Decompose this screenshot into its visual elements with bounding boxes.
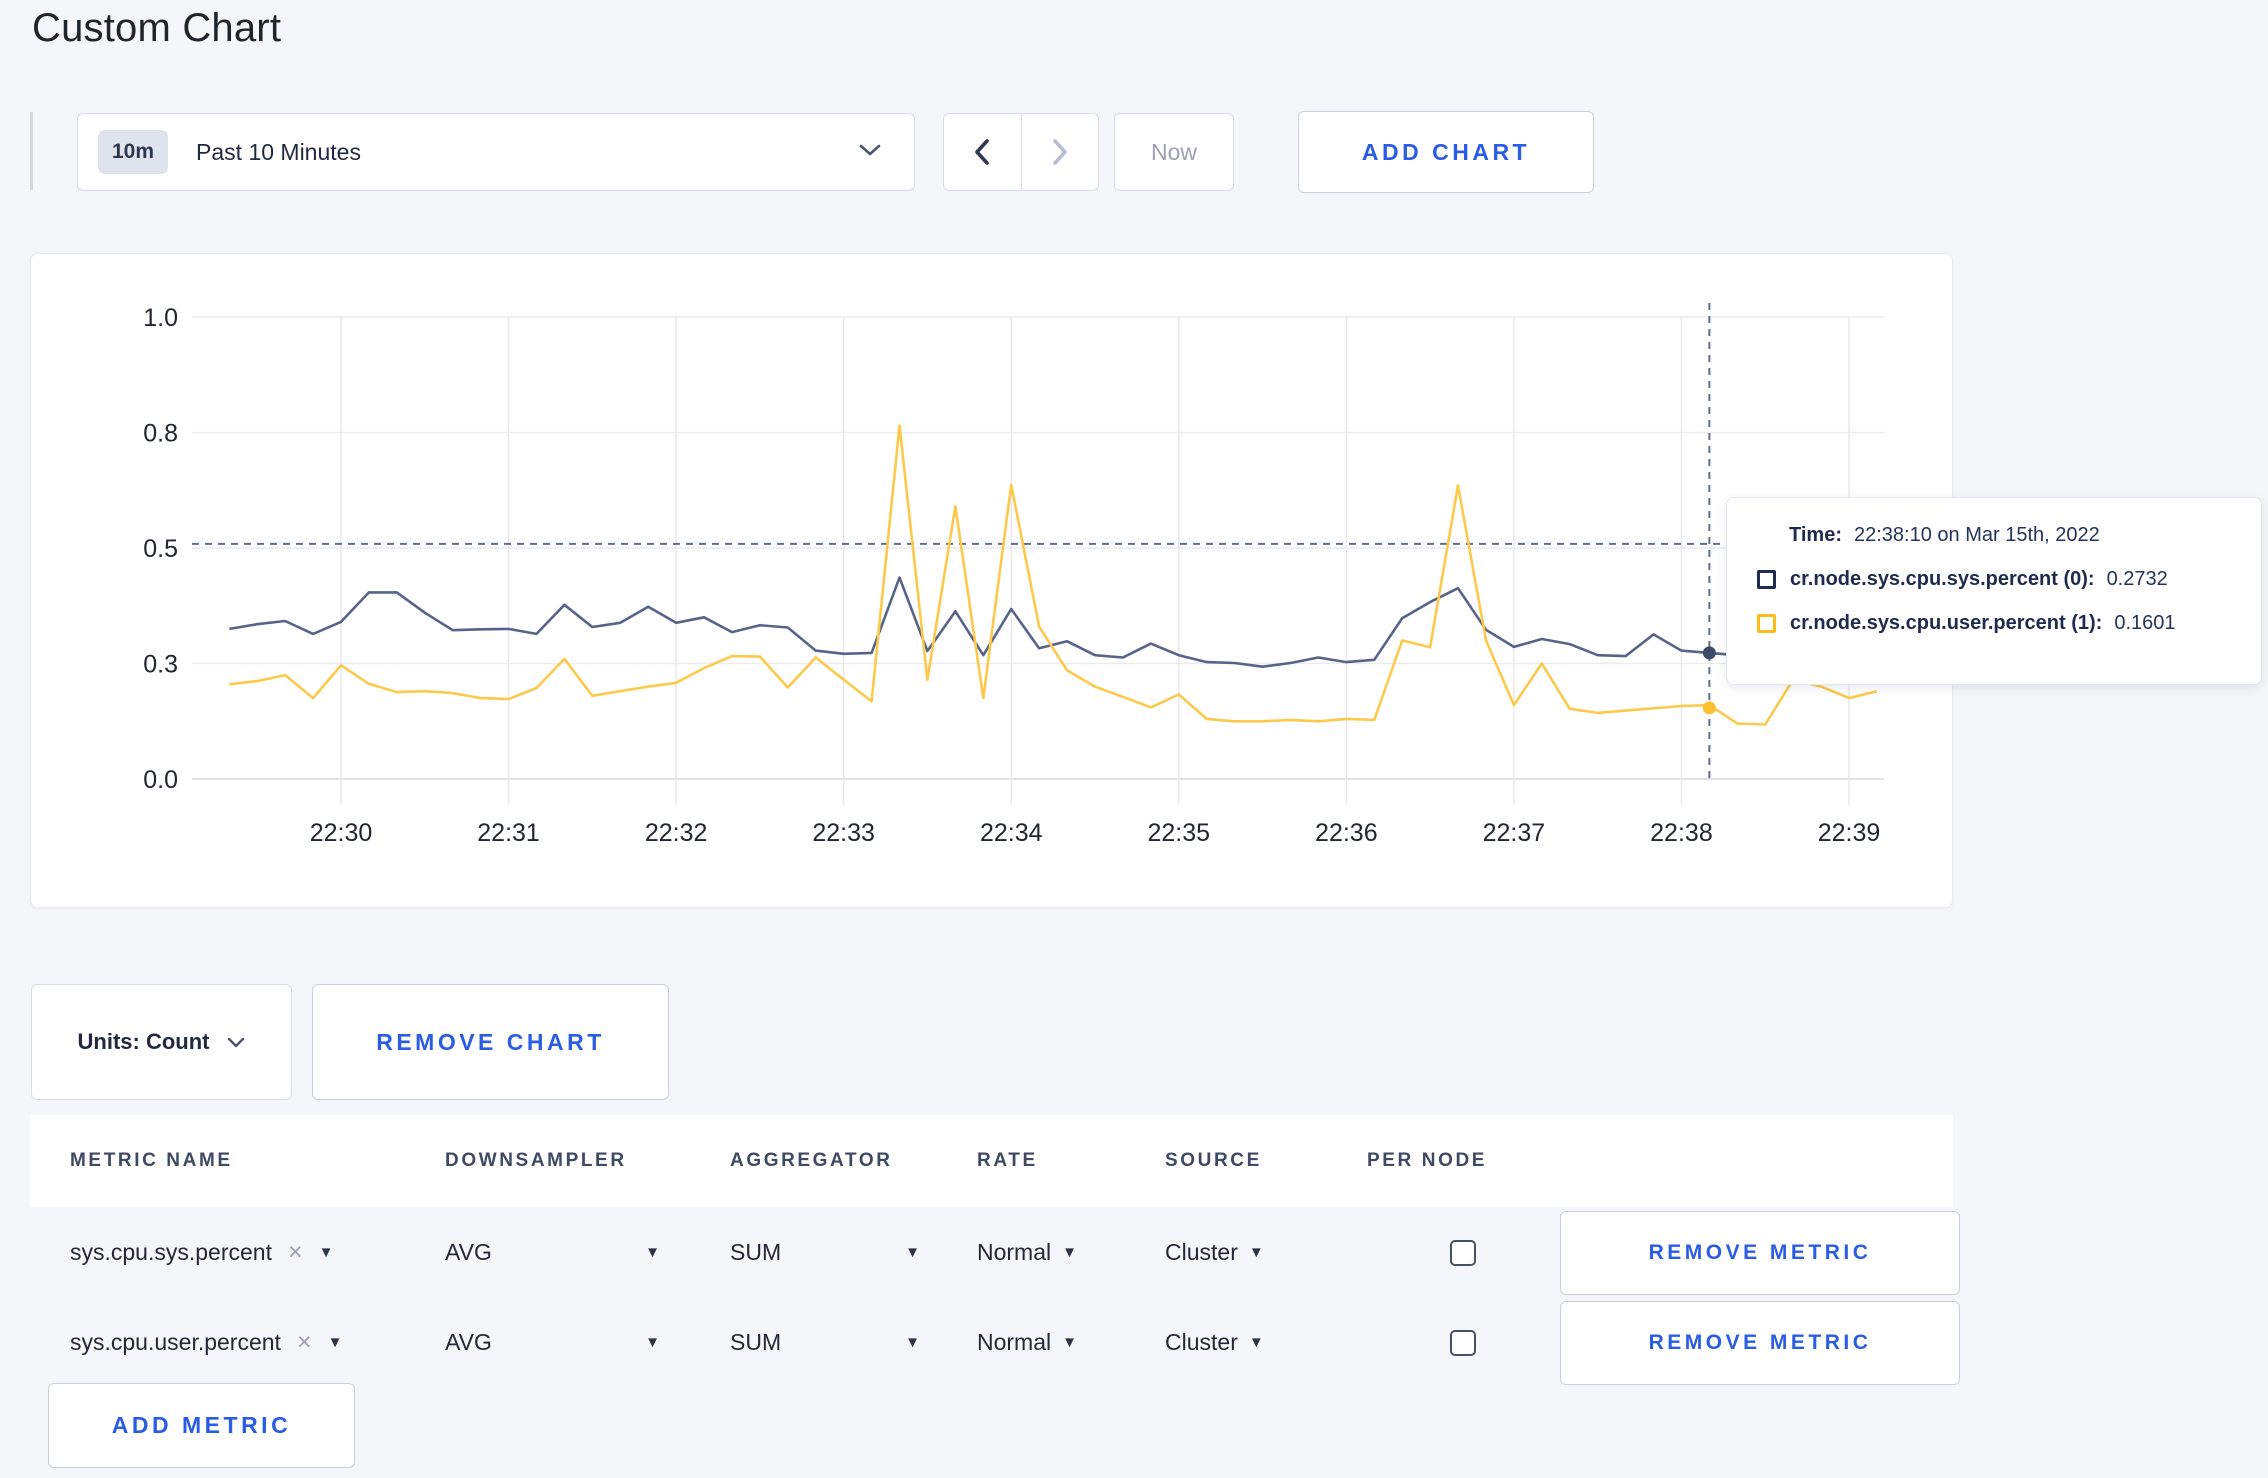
series-line-cr.node.sys.cpu.sys.percent: [229, 576, 1877, 669]
aggregator-select[interactable]: SUM ▼: [730, 1239, 920, 1266]
now-button[interactable]: Now: [1114, 113, 1234, 191]
units-select[interactable]: Units: Count: [31, 984, 292, 1100]
caret-down-icon: ▼: [905, 1334, 920, 1351]
next-interval-button[interactable]: [1020, 114, 1099, 190]
downsampler-select[interactable]: AVG ▼: [445, 1329, 660, 1356]
timeseries-chart[interactable]: 0.0 0.3 0.5 0.8 1.0 22:30 22:31 22:32 22:33 22:34…: [31, 254, 1954, 909]
source-value: Cluster: [1165, 1329, 1238, 1355]
y-tick-label: 0.8: [143, 420, 178, 448]
tooltip-time-value: 22:38:10 on Mar 15th, 2022: [1853, 524, 2100, 546]
rate-select[interactable]: Normal ▼: [977, 1329, 1165, 1356]
tooltip-series-label: cr.node.sys.cpu.sys.percent (0):: [1790, 568, 2095, 590]
caret-down-icon: ▼: [318, 1244, 334, 1261]
time-range-select[interactable]: 10m Past 10 Minutes: [77, 113, 915, 191]
tooltip-series-value: 0.1601: [2114, 612, 2176, 634]
tooltip-series-label: cr.node.sys.cpu.user.percent (1):: [1790, 612, 2103, 634]
rate-select[interactable]: Normal ▼: [977, 1239, 1165, 1266]
downsampler-select[interactable]: AVG ▼: [445, 1239, 660, 1266]
units-label: Units: Count: [77, 1029, 210, 1054]
downsampler-value: AVG: [445, 1239, 492, 1265]
col-header-metric-name: METRIC NAME: [70, 1150, 233, 1171]
source-select[interactable]: Cluster ▼: [1165, 1239, 1367, 1266]
per-node-checkbox[interactable]: [1450, 1329, 1476, 1356]
time-range-badge: 10m: [98, 130, 169, 174]
metric-name-value: sys.cpu.sys.percent: [70, 1239, 272, 1265]
caret-down-icon: ▼: [645, 1244, 660, 1261]
tooltip-time-label: Time:: [1789, 524, 1842, 546]
metric-name-select[interactable]: sys.cpu.sys.percent × ▼: [70, 1239, 445, 1266]
col-header-rate: RATE: [977, 1150, 1038, 1171]
metric-name-select[interactable]: sys.cpu.user.percent × ▼: [70, 1329, 445, 1356]
col-header-aggregator: AGGREGATOR: [730, 1150, 893, 1171]
caret-down-icon: ▼: [327, 1334, 343, 1351]
series-swatch-sys: [1757, 570, 1776, 589]
series-swatch-user: [1757, 614, 1776, 633]
crosshair-marker: [1702, 701, 1716, 715]
caret-down-icon: ▼: [1248, 1334, 1264, 1351]
y-tick-label: 0.5: [143, 535, 178, 563]
metric-name-value: sys.cpu.user.percent: [70, 1329, 281, 1355]
downsampler-value: AVG: [445, 1329, 492, 1355]
caret-down-icon: ▼: [645, 1334, 660, 1351]
chevron-down-icon: [858, 143, 882, 162]
chevron-left-icon: [975, 139, 990, 165]
remove-chart-button[interactable]: REMOVE CHART: [312, 984, 669, 1100]
crosshair-marker: [1702, 646, 1716, 660]
rate-value: Normal: [977, 1329, 1052, 1355]
x-tick-label: 22:39: [1818, 819, 1881, 847]
x-tick-label: 22:32: [645, 819, 708, 847]
caret-down-icon: ▼: [905, 1244, 920, 1261]
remove-metric-button[interactable]: REMOVE METRIC: [1560, 1210, 1960, 1295]
time-range-label: Past 10 Minutes: [196, 138, 361, 165]
time-pager: [943, 113, 1099, 191]
page-title: Custom Chart: [32, 6, 282, 50]
y-tick-label: 1.0: [143, 304, 178, 332]
aggregator-value: SUM: [730, 1239, 782, 1265]
add-chart-button[interactable]: ADD CHART: [1298, 111, 1594, 193]
metric-table-row: sys.cpu.user.percent × ▼ AVG ▼ SUM ▼ Nor…: [30, 1297, 1960, 1388]
rate-value: Normal: [977, 1239, 1052, 1265]
x-tick-label: 22:34: [980, 819, 1043, 847]
x-tick-label: 22:35: [1147, 819, 1210, 847]
series-line-cr.node.sys.cpu.user.percent: [229, 424, 1878, 726]
toolbar-divider: [30, 112, 33, 190]
chevron-down-icon: [228, 1037, 245, 1047]
source-value: Cluster: [1165, 1239, 1238, 1265]
x-tick-label: 22:31: [477, 819, 540, 847]
caret-down-icon: ▼: [1062, 1244, 1077, 1261]
clear-metric-icon[interactable]: ×: [288, 1240, 303, 1265]
metric-table-row: sys.cpu.sys.percent × ▼ AVG ▼ SUM ▼ Norm…: [30, 1207, 1960, 1298]
col-header-source: SOURCE: [1165, 1150, 1262, 1171]
aggregator-select[interactable]: SUM ▼: [730, 1329, 920, 1356]
x-tick-label: 22:36: [1315, 819, 1378, 847]
per-node-checkbox[interactable]: [1450, 1239, 1476, 1266]
y-tick-label: 0.0: [143, 766, 178, 794]
chart-tooltip: Time: 22:38:10 on Mar 15th, 2022 cr.node…: [1726, 497, 2262, 685]
x-tick-label: 22:33: [812, 819, 875, 847]
chevron-right-icon: [1052, 139, 1067, 165]
clear-metric-icon[interactable]: ×: [297, 1330, 312, 1355]
caret-down-icon: ▼: [1062, 1334, 1077, 1351]
tooltip-series-value: 0.2732: [2106, 568, 2168, 590]
x-tick-label: 22:38: [1650, 819, 1713, 847]
chart-card: 0.0 0.3 0.5 0.8 1.0 22:30 22:31 22:32 22:33 22:34…: [30, 253, 1953, 908]
caret-down-icon: ▼: [1248, 1244, 1264, 1261]
x-tick-label: 22:30: [310, 819, 373, 847]
col-header-per-node: PER NODE: [1367, 1150, 1488, 1171]
prev-interval-button[interactable]: [944, 114, 1021, 190]
source-select[interactable]: Cluster ▼: [1165, 1329, 1367, 1356]
col-header-downsampler: DOWNSAMPLER: [445, 1150, 627, 1171]
metrics-table-header: METRIC NAME DOWNSAMPLER AGGREGATOR RATE …: [30, 1115, 1953, 1207]
aggregator-value: SUM: [730, 1329, 782, 1355]
remove-metric-button[interactable]: REMOVE METRIC: [1560, 1300, 1960, 1385]
y-tick-label: 0.3: [143, 651, 178, 679]
add-metric-button[interactable]: ADD METRIC: [48, 1383, 355, 1468]
x-tick-label: 22:37: [1483, 819, 1546, 847]
